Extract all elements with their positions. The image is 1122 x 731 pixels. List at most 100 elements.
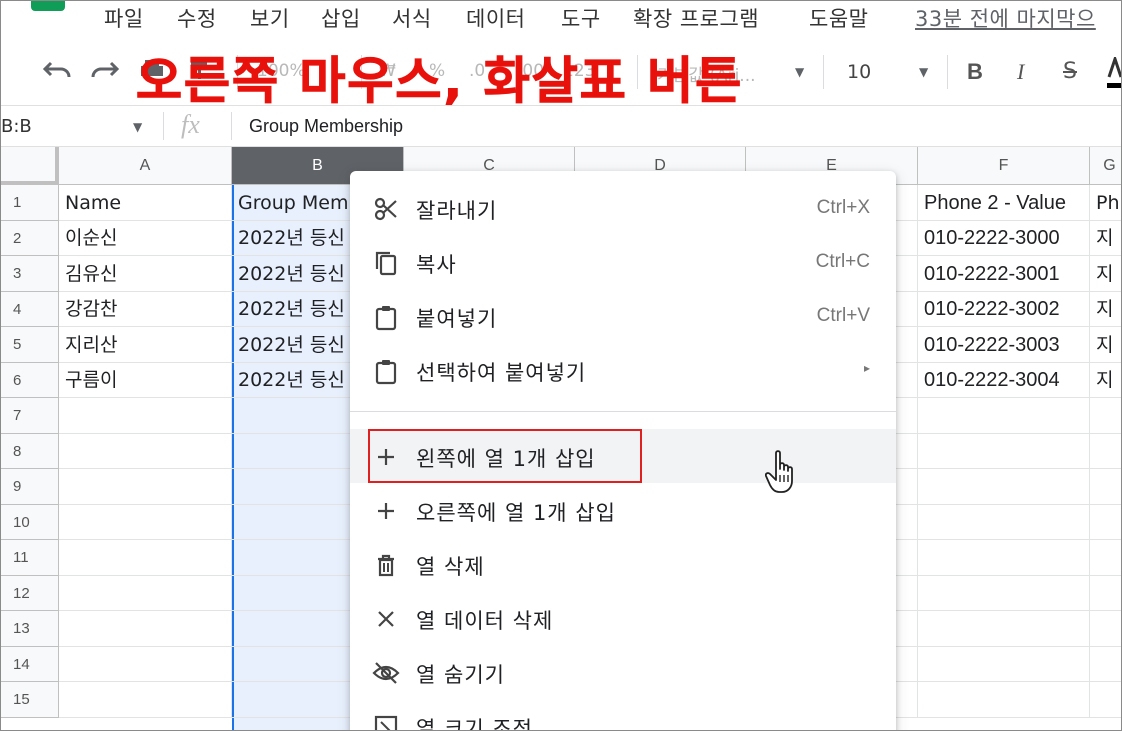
sheets-logo-icon[interactable] (31, 1, 65, 11)
menu-view[interactable]: 보기 (250, 3, 290, 33)
table-cell[interactable]: 구름이 (59, 363, 232, 398)
row-header-8[interactable]: 8 (1, 434, 59, 469)
row-header-5[interactable]: 5 (1, 327, 59, 363)
table-cell[interactable] (918, 398, 1090, 434)
table-cell[interactable]: 010-2222-3004 (918, 363, 1090, 398)
menu-item-clear-column[interactable]: 열 데이터 삭제 (350, 591, 896, 645)
table-cell[interactable] (918, 540, 1090, 576)
select-all-corner[interactable] (1, 147, 59, 185)
table-cell[interactable] (1090, 647, 1121, 682)
table-cell[interactable] (1090, 540, 1121, 576)
name-box[interactable]: B:B (1, 116, 32, 137)
strikethrough-button[interactable]: S (1063, 59, 1077, 84)
row-header-2[interactable]: 2 (1, 221, 59, 256)
table-cell[interactable] (59, 647, 232, 682)
chevron-down-icon[interactable]: ▼ (133, 120, 142, 134)
table-cell[interactable] (59, 540, 232, 576)
column-header-f[interactable]: F (918, 147, 1090, 185)
table-cell[interactable] (1090, 611, 1121, 647)
menu-tools[interactable]: 도구 (561, 3, 601, 33)
table-cell[interactable]: 지 (1090, 221, 1121, 256)
row-header-1[interactable]: 1 (1, 185, 59, 221)
redo-icon[interactable] (89, 59, 120, 87)
annotation-highlight-box (368, 429, 642, 483)
table-cell[interactable] (1090, 398, 1121, 434)
font-size-select[interactable]: 10 (847, 61, 871, 83)
table-cell[interactable]: 010-2222-3003 (918, 327, 1090, 363)
table-cell[interactable]: 지리산 (59, 327, 232, 363)
menu-help[interactable]: 도움말 (809, 3, 868, 33)
row-header-12[interactable]: 12 (1, 576, 59, 611)
table-cell[interactable]: 010-2222-3002 (918, 292, 1090, 327)
table-cell[interactable]: 지 (1090, 327, 1121, 363)
chevron-down-icon[interactable]: ▼ (919, 65, 928, 79)
table-cell[interactable] (59, 434, 232, 469)
table-cell[interactable]: Ph (1090, 185, 1121, 221)
menu-file[interactable]: 파일 (104, 3, 144, 33)
table-cell[interactable] (918, 682, 1090, 718)
table-cell[interactable] (1090, 682, 1121, 718)
table-cell[interactable] (59, 576, 232, 611)
row-header-7[interactable]: 7 (1, 398, 59, 434)
menu-item-copy[interactable]: 복사 Ctrl+C (350, 235, 896, 289)
menu-item-hide-column[interactable]: 열 숨기기 (350, 645, 896, 699)
row-header-10[interactable]: 10 (1, 505, 59, 540)
table-cell[interactable] (918, 434, 1090, 469)
formula-input[interactable]: Group Membership (249, 116, 403, 137)
table-cell[interactable] (918, 576, 1090, 611)
row-header-14[interactable]: 14 (1, 647, 59, 682)
row-header-6[interactable]: 6 (1, 363, 59, 398)
row-header-11[interactable]: 11 (1, 540, 59, 576)
menu-data[interactable]: 데이터 (466, 3, 525, 33)
table-cell[interactable]: Phone 2 - Value (918, 185, 1090, 221)
row-header-15[interactable]: 15 (1, 682, 59, 718)
italic-button[interactable]: I (1017, 59, 1024, 85)
menu-item-cut[interactable]: 잘라내기 Ctrl+X (350, 181, 896, 235)
table-cell[interactable] (918, 505, 1090, 540)
table-cell[interactable]: 지 (1090, 363, 1121, 398)
menu-item-paste-special[interactable]: 선택하여 붙여넣기 ▸ (350, 343, 896, 397)
table-cell[interactable]: 010-2222-3000 (918, 221, 1090, 256)
table-cell[interactable] (1090, 505, 1121, 540)
menu-item-label: 선택하여 붙여넣기 (416, 361, 587, 385)
row-header-13[interactable]: 13 (1, 611, 59, 647)
menu-insert[interactable]: 삽입 (321, 3, 361, 33)
last-edit-link[interactable]: 33분 전에 마지막으 (915, 3, 1096, 33)
table-cell[interactable] (59, 682, 232, 718)
table-cell[interactable] (918, 647, 1090, 682)
bold-button[interactable]: B (967, 59, 983, 85)
table-cell[interactable]: Name (59, 185, 232, 221)
undo-icon[interactable] (42, 59, 73, 87)
menu-item-resize-column[interactable]: 열 크기 조정 (350, 699, 896, 730)
table-cell[interactable] (59, 505, 232, 540)
table-cell[interactable] (1090, 576, 1121, 611)
menu-item-delete-column[interactable]: 열 삭제 (350, 537, 896, 591)
table-cell[interactable]: 이순신 (59, 221, 232, 256)
row-header-3[interactable]: 3 (1, 256, 59, 292)
table-cell[interactable] (59, 398, 232, 434)
menu-format[interactable]: 서식 (392, 3, 432, 33)
menu-item-paste[interactable]: 붙여넣기 Ctrl+V (350, 289, 896, 343)
table-cell[interactable] (59, 469, 232, 505)
table-cell[interactable]: 강감찬 (59, 292, 232, 327)
menu-item-insert-column-right[interactable]: 오른쪽에 열 1개 삽입 (350, 483, 896, 537)
row-header-9[interactable]: 9 (1, 469, 59, 505)
table-cell[interactable] (1090, 469, 1121, 505)
chevron-down-icon[interactable]: ▼ (795, 65, 804, 79)
column-header-a[interactable]: A (59, 147, 232, 185)
table-cell[interactable]: 지 (1090, 292, 1121, 327)
column-header-g[interactable]: G (1090, 147, 1121, 185)
table-cell[interactable] (1090, 434, 1121, 469)
table-cell[interactable]: 김유신 (59, 256, 232, 292)
table-cell[interactable] (918, 611, 1090, 647)
row-header-4[interactable]: 4 (1, 292, 59, 327)
text-color-icon[interactable] (1107, 54, 1121, 95)
table-cell[interactable] (918, 469, 1090, 505)
table-cell[interactable] (59, 611, 232, 647)
fx-icon: fx (181, 110, 200, 139)
menu-edit[interactable]: 수정 (177, 3, 217, 33)
menu-extensions[interactable]: 확장 프로그램 (633, 3, 759, 33)
table-cell[interactable]: 010-2222-3001 (918, 256, 1090, 292)
table-cell[interactable]: 지 (1090, 256, 1121, 292)
submenu-arrow-icon: ▸ (863, 361, 870, 375)
